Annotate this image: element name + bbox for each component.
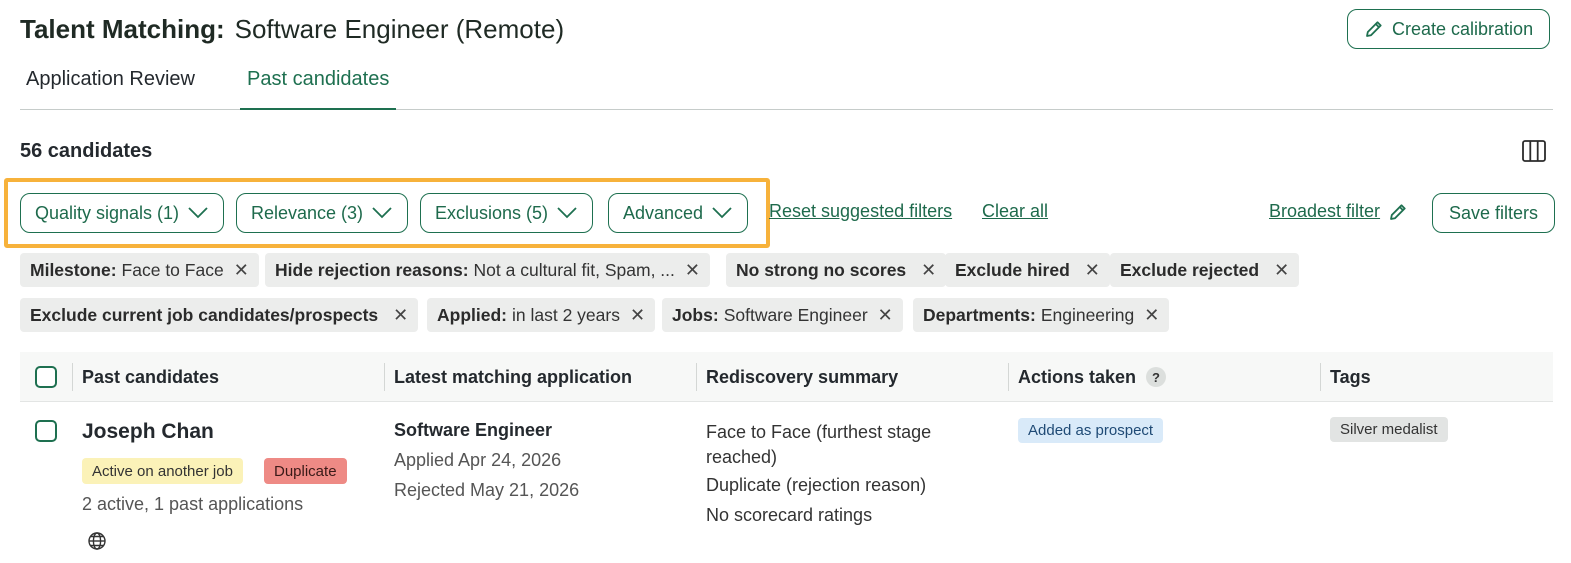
chevron-down-icon	[712, 207, 732, 219]
action-badge: Added as prospect	[1018, 418, 1164, 443]
filter-chip-applied: Applied: in last 2 years ✕	[427, 298, 656, 332]
chip-value: Not a cultural fit, Spam, ...	[473, 259, 675, 280]
column-divider	[1008, 363, 1009, 391]
chip-key: Exclude hired	[955, 259, 1070, 280]
column-divider	[72, 363, 73, 391]
advanced-filter-button[interactable]: Advanced	[608, 193, 749, 233]
relevance-filter-button[interactable]: Relevance (3)	[236, 193, 409, 233]
summary-furthest-stage: Face to Face (furthest stage reached)	[706, 422, 932, 467]
chevron-down-icon	[557, 207, 577, 219]
exclusions-label: Exclusions (5)	[435, 202, 549, 223]
page-title: Talent Matching: Software Engineer (Remot…	[20, 14, 564, 45]
matching-job-title[interactable]: Software Engineer	[394, 420, 552, 441]
column-divider	[384, 363, 385, 391]
chip-key: Hide rejection reasons:	[275, 259, 469, 280]
close-icon[interactable]: ✕	[393, 305, 408, 326]
exclusions-filter-button[interactable]: Exclusions (5)	[420, 193, 594, 233]
chip-value: Engineering	[1040, 304, 1135, 325]
table-header: Past candidates Latest matching applicat…	[20, 352, 1553, 402]
chip-key: No strong no scores	[736, 259, 907, 280]
column-header-actions-taken[interactable]: Actions taken ?	[1018, 352, 1167, 402]
filter-chip-exclude-hired: Exclude hired ✕	[945, 253, 1110, 287]
applications-count: 2 active, 1 past applications	[82, 494, 304, 514]
status-badge-duplicate: Duplicate	[264, 458, 347, 484]
chip-key: Exclude current job candidates/prospects	[30, 304, 379, 325]
filter-chip-departments: Departments: Engineering ✕	[913, 298, 1170, 332]
tab-bar: Application Review Past candidates	[20, 68, 1553, 110]
chip-key: Applied:	[437, 304, 507, 325]
tag-badge: Silver medalist	[1330, 417, 1448, 442]
column-header-latest-application[interactable]: Latest matching application	[394, 352, 632, 402]
status-badge-active: Active on another job	[82, 458, 243, 484]
chevron-down-icon	[372, 207, 392, 219]
summary-rejection-reason: Duplicate (rejection reason)	[706, 475, 927, 495]
save-filters-button[interactable]: Save filters	[1432, 193, 1556, 233]
chip-value: Face to Face	[121, 259, 224, 280]
quality-signals-label: Quality signals (1)	[35, 202, 180, 223]
chip-value: in last 2 years	[512, 304, 620, 325]
close-icon[interactable]: ✕	[1144, 305, 1159, 326]
filter-chip-exclude-rejected: Exclude rejected ✕	[1110, 253, 1300, 287]
tab-past-candidates[interactable]: Past candidates	[240, 68, 397, 110]
column-header-tags[interactable]: Tags	[1330, 352, 1371, 402]
tab-application-review[interactable]: Application Review	[26, 68, 195, 110]
chip-key: Jobs:	[672, 304, 719, 325]
select-all-checkbox[interactable]	[35, 366, 57, 388]
relevance-label: Relevance (3)	[251, 202, 364, 223]
create-calibration-button[interactable]: Create calibration	[1347, 9, 1551, 49]
column-divider	[696, 363, 697, 391]
column-header-past-candidates[interactable]: Past candidates	[82, 352, 219, 402]
close-icon[interactable]: ✕	[234, 260, 249, 281]
help-icon[interactable]: ?	[1146, 367, 1167, 387]
pencil-icon	[1390, 203, 1406, 220]
broadest-filter-label: Broadest filter	[1269, 201, 1381, 221]
close-icon[interactable]: ✕	[878, 305, 893, 326]
close-icon[interactable]: ✕	[1274, 260, 1289, 281]
applied-date: Applied Apr 24, 2026	[394, 450, 562, 470]
candidate-name[interactable]: Joseph Chan	[82, 420, 214, 444]
close-icon[interactable]: ✕	[921, 260, 936, 281]
globe-icon[interactable]	[87, 531, 107, 551]
pencil-icon	[1366, 21, 1382, 37]
page-title-job: Software Engineer (Remote)	[234, 14, 565, 44]
close-icon[interactable]: ✕	[630, 305, 645, 326]
row-checkbox[interactable]	[35, 420, 57, 442]
columns-icon[interactable]	[1520, 137, 1548, 165]
quality-signals-filter-button[interactable]: Quality signals (1)	[20, 193, 225, 233]
candidate-count: 56 candidates	[20, 140, 153, 162]
filter-chip-no-strong-no: No strong no scores ✕	[726, 253, 947, 287]
chevron-down-icon	[188, 207, 208, 219]
chip-key: Milestone:	[30, 259, 117, 280]
close-icon[interactable]: ✕	[685, 260, 700, 281]
create-calibration-label: Create calibration	[1392, 18, 1534, 39]
reset-suggested-filters-link[interactable]: Reset suggested filters	[769, 201, 952, 222]
column-header-rediscovery-summary[interactable]: Rediscovery summary	[706, 352, 898, 402]
summary-scorecard: No scorecard ratings	[706, 505, 873, 525]
page-title-prefix: Talent Matching:	[20, 14, 225, 44]
column-divider	[1320, 363, 1321, 391]
filter-chip-milestone: Milestone: Face to Face ✕	[20, 253, 259, 287]
rejected-date: Rejected May 21, 2026	[394, 480, 580, 500]
advanced-label: Advanced	[623, 202, 704, 223]
actions-taken-label: Actions taken	[1018, 366, 1137, 387]
filter-chip-jobs: Jobs: Software Engineer ✕	[662, 298, 903, 332]
chip-key: Departments:	[923, 304, 1036, 325]
clear-all-link[interactable]: Clear all	[982, 201, 1048, 222]
filter-chip-rejection-reasons: Hide rejection reasons: Not a cultural fi…	[265, 253, 710, 287]
broadest-filter-link[interactable]: Broadest filter	[1269, 201, 1408, 222]
chip-value: Software Engineer	[723, 304, 868, 325]
close-icon[interactable]: ✕	[1085, 260, 1100, 281]
filter-chip-exclude-current: Exclude current job candidates/prospects…	[20, 298, 419, 332]
chip-key: Exclude rejected	[1120, 259, 1260, 280]
